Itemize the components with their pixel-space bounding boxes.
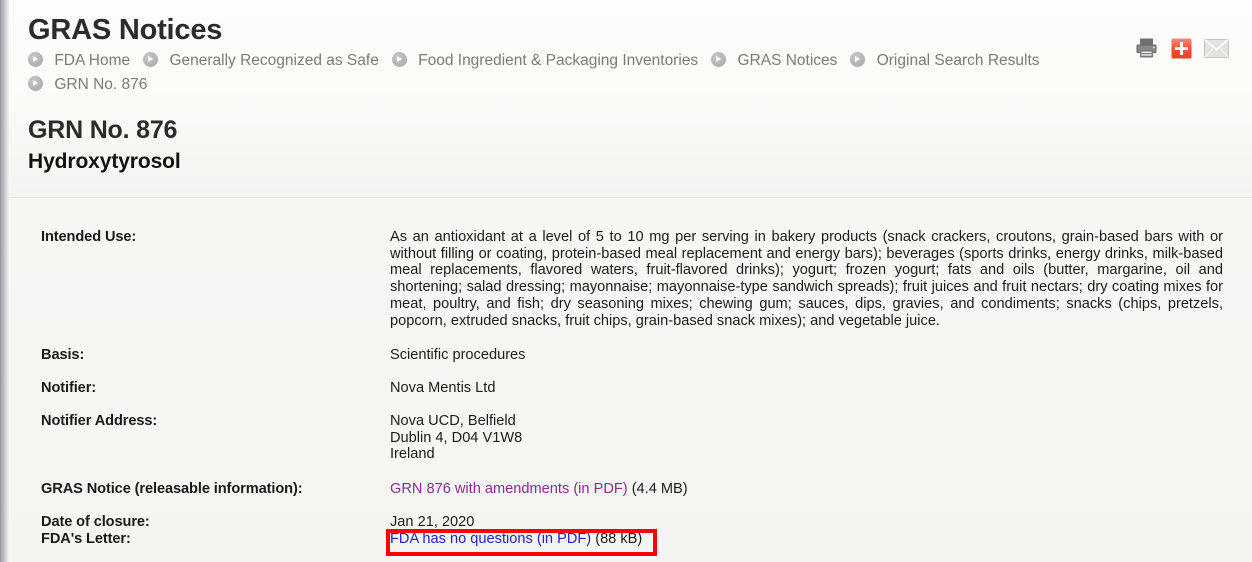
row-label: FDA's Letter: bbox=[41, 531, 131, 547]
row-value: Nova Mentis Ltd bbox=[390, 380, 1231, 397]
grn-number-heading: GRN No. 876 bbox=[28, 116, 177, 145]
address-line: Ireland bbox=[390, 446, 1231, 463]
chevron-right-icon bbox=[711, 52, 726, 67]
breadcrumb-item-generally-recognized-as-safe[interactable]: Generally Recognized as Safe bbox=[143, 48, 379, 73]
chevron-right-icon bbox=[392, 52, 407, 67]
breadcrumb-item-label: Generally Recognized as Safe bbox=[169, 48, 378, 73]
chevron-right-icon bbox=[28, 76, 43, 91]
breadcrumb-item-gras-notices[interactable]: GRAS Notices bbox=[711, 48, 837, 73]
breadcrumb: FDA Home Generally Recognized as Safe Fo… bbox=[28, 48, 1128, 97]
chevron-right-icon bbox=[850, 52, 865, 67]
chevron-right-icon bbox=[143, 52, 158, 67]
breadcrumb-item-grn-no-876[interactable]: GRN No. 876 bbox=[28, 72, 1115, 97]
header-action-icons bbox=[1134, 36, 1229, 65]
file-size-label: (4.4 MB) bbox=[628, 481, 688, 497]
breadcrumb-item-label: GRAS Notices bbox=[737, 48, 837, 73]
row-value: Scientific procedures bbox=[390, 347, 1231, 364]
page-title: GRAS Notices bbox=[28, 14, 222, 47]
file-size-label: (88 kB) bbox=[591, 531, 642, 547]
email-icon[interactable] bbox=[1204, 38, 1229, 64]
breadcrumb-item-fda-home[interactable]: FDA Home bbox=[28, 48, 130, 73]
row-label: Notifier: bbox=[41, 380, 96, 396]
row-value: FDA has no questions (in PDF) (88 kB) bbox=[390, 531, 1231, 548]
breadcrumb-item-label: GRN No. 876 bbox=[54, 72, 147, 97]
chevron-right-icon bbox=[28, 52, 43, 67]
row-label: GRAS Notice (releasable information): bbox=[41, 481, 302, 497]
row-label: Intended Use: bbox=[41, 229, 136, 245]
address-line: Dublin 4, D04 V1W8 bbox=[390, 430, 1231, 447]
breadcrumb-item-original-search-results[interactable]: Original Search Results bbox=[850, 48, 1039, 73]
fda-letter-pdf-link[interactable]: FDA has no questions (in PDF) bbox=[390, 531, 591, 547]
breadcrumb-item-label: FDA Home bbox=[54, 48, 130, 73]
row-value: As an antioxidant at a level of 5 to 10 … bbox=[390, 229, 1223, 329]
substance-name-heading: Hydroxytyrosol bbox=[28, 150, 181, 174]
row-value: GRN 876 with amendments (in PDF) (4.4 MB… bbox=[390, 481, 1231, 498]
breadcrumb-item-food-ingredient-packaging-inventories[interactable]: Food Ingredient & Packaging Inventories bbox=[392, 48, 698, 73]
row-label: Notifier Address: bbox=[41, 413, 157, 429]
row-value: Jan 21, 2020 bbox=[390, 514, 1231, 531]
record-details: Intended Use: As an antioxidant at a lev… bbox=[9, 198, 1252, 562]
page-header: GRAS Notices FDA Home Generally Recogniz… bbox=[9, 0, 1252, 198]
gras-notice-page: GRAS Notices FDA Home Generally Recogniz… bbox=[0, 0, 1252, 562]
address-line: Nova UCD, Belfield bbox=[390, 413, 1231, 430]
print-icon[interactable] bbox=[1134, 36, 1159, 65]
breadcrumb-item-label: Food Ingredient & Packaging Inventories bbox=[418, 48, 698, 73]
browser-left-edge bbox=[0, 0, 9, 562]
gras-notice-pdf-link[interactable]: GRN 876 with amendments (in PDF) bbox=[390, 481, 628, 497]
row-value: Nova UCD, Belfield Dublin 4, D04 V1W8 Ir… bbox=[390, 413, 1231, 463]
share-plus-icon[interactable] bbox=[1171, 38, 1192, 64]
breadcrumb-item-label: Original Search Results bbox=[877, 48, 1040, 73]
row-label: Date of closure: bbox=[41, 514, 150, 530]
row-label: Basis: bbox=[41, 347, 84, 363]
